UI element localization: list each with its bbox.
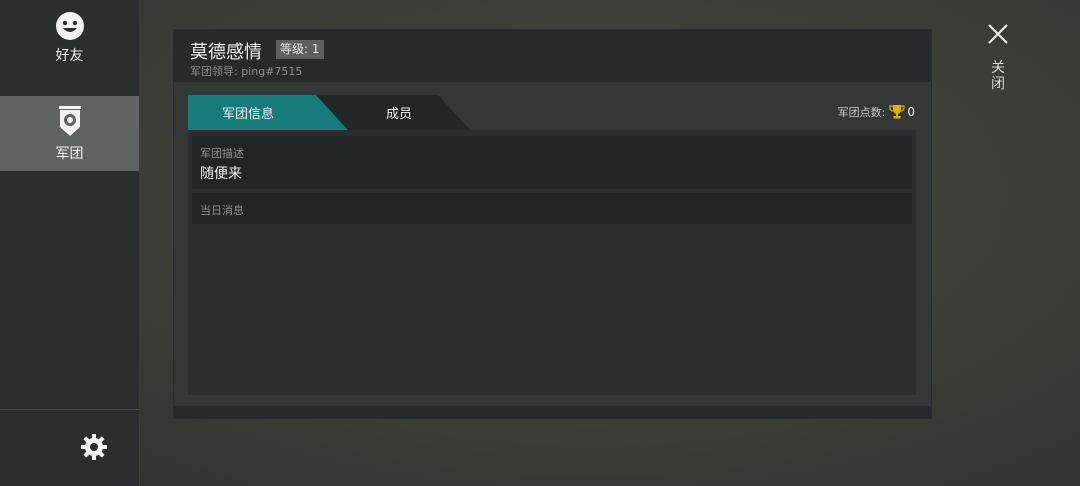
daily-message-label: 当日消息 (200, 204, 244, 217)
panel-header: 莫德感情 等级: 1 军团领导: ping#7515 (174, 30, 931, 82)
level-badge: 等级: 1 (276, 40, 324, 59)
daily-message-box: 当日消息 (192, 193, 912, 224)
clan-name: 莫德感情 (190, 42, 262, 63)
description-label: 军团描述 (200, 147, 244, 160)
points-label: 军团点数: (837, 106, 886, 119)
panel-footer (174, 406, 931, 418)
tab-label: 军团信息 (221, 107, 274, 122)
clan-panel: 莫德感情 等级: 1 军团领导: ping#7515 军团信息 成员 军团点数:… (174, 30, 931, 418)
sidebar-item-friends[interactable]: 好友 (0, 0, 139, 75)
close-icon[interactable] (984, 20, 1012, 48)
trophy-icon (889, 105, 905, 119)
description-value: 随便来 (200, 166, 242, 182)
clan-banner-icon (58, 105, 81, 136)
clan-leader: 军团领导: ping#7515 (190, 65, 303, 78)
tab-label: 成员 (385, 107, 412, 122)
sidebar-item-clan[interactable]: 军团 (0, 96, 139, 171)
smiley-icon (55, 11, 84, 40)
points-value: 0 (907, 105, 915, 119)
clan-points: 军团点数: 0 (838, 104, 915, 120)
sidebar-divider (0, 409, 139, 410)
gear-icon[interactable] (80, 433, 108, 461)
sidebar-item-label: 军团 (55, 145, 84, 162)
clan-info-content: 军团描述 随便来 当日消息 (188, 130, 916, 395)
close-label[interactable]: 关闭 (990, 60, 1006, 92)
sidebar: 好友 军团 (0, 0, 140, 486)
description-box: 军团描述 随便来 (192, 136, 912, 189)
sidebar-item-label: 好友 (55, 47, 84, 64)
